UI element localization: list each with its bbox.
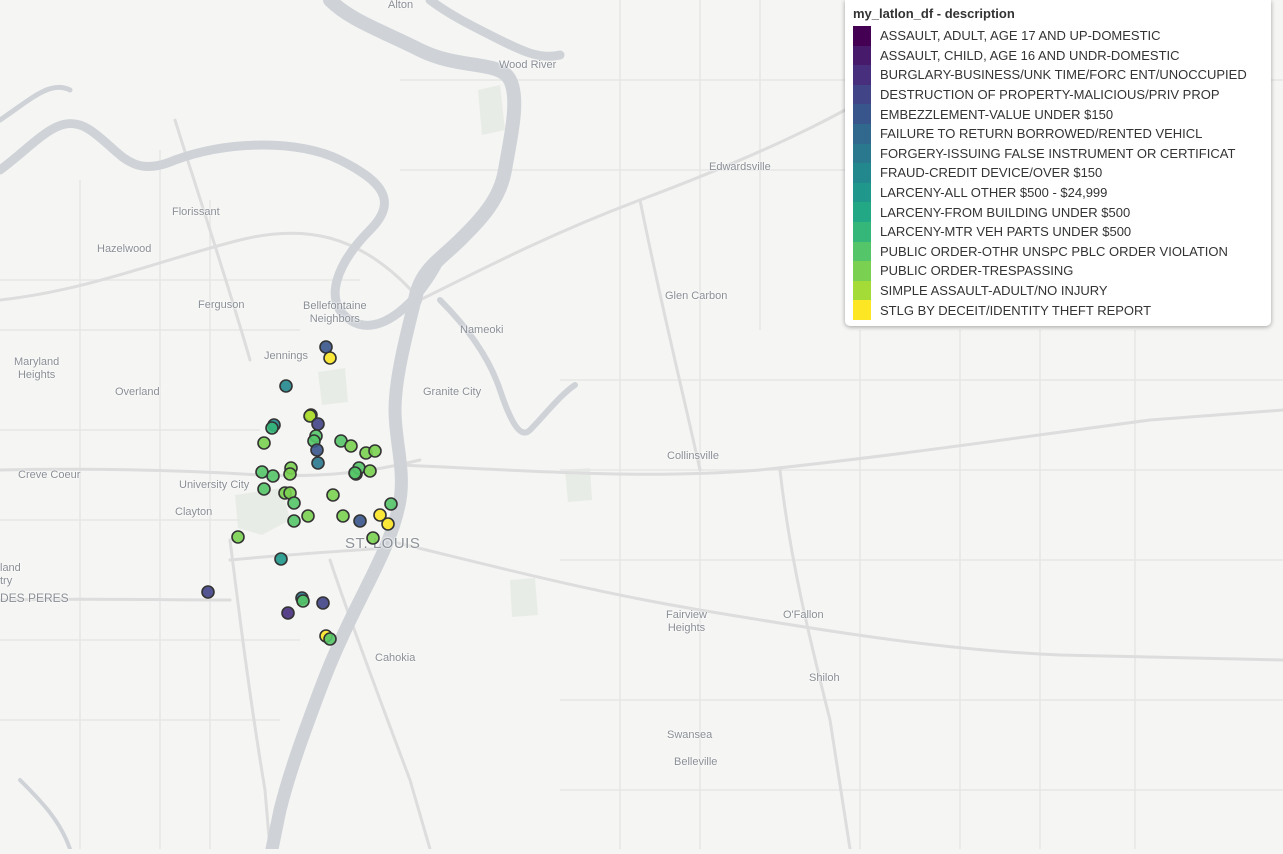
- legend-label: DESTRUCTION OF PROPERTY-MALICIOUS/PRIV P…: [880, 87, 1220, 103]
- legend-label: PUBLIC ORDER-OTHR UNSPC PBLC ORDER VIOLA…: [880, 243, 1228, 259]
- legend-entry: FRAUD-CREDIT DEVICE/OVER $150: [853, 163, 1271, 183]
- incident-marker[interactable]: [344, 439, 358, 453]
- legend-entries: ASSAULT, ADULT, AGE 17 AND UP-DOMESTIC AS…: [853, 26, 1271, 320]
- incident-marker[interactable]: [281, 606, 295, 620]
- legend-label: BURGLARY-BUSINESS/UNK TIME/FORC ENT/UNOC…: [880, 67, 1247, 83]
- incident-marker[interactable]: [319, 340, 333, 354]
- legend-swatch: [853, 261, 871, 281]
- legend-swatch: [853, 202, 871, 222]
- legend: my_latlon_df - description ASSAULT, ADUL…: [845, 0, 1271, 326]
- legend-title: my_latlon_df - description: [853, 6, 1015, 21]
- incident-marker[interactable]: [257, 436, 271, 450]
- incident-marker[interactable]: [301, 509, 315, 523]
- legend-entry: DESTRUCTION OF PROPERTY-MALICIOUS/PRIV P…: [853, 84, 1271, 105]
- legend-entry: STLG BY DECEIT/IDENTITY THEFT REPORT: [853, 300, 1271, 320]
- incident-marker[interactable]: [283, 467, 297, 481]
- incident-marker[interactable]: [279, 379, 293, 393]
- legend-entry: ASSAULT, ADULT, AGE 17 AND UP-DOMESTIC: [853, 26, 1271, 46]
- incident-marker[interactable]: [266, 469, 280, 483]
- incident-marker[interactable]: [255, 465, 269, 479]
- legend-entry: FORGERY-ISSUING FALSE INSTRUMENT OR CERT…: [853, 143, 1271, 164]
- legend-entry: PUBLIC ORDER-OTHR UNSPC PBLC ORDER VIOLA…: [853, 241, 1271, 262]
- incident-marker[interactable]: [265, 421, 279, 435]
- incident-marker[interactable]: [311, 456, 325, 470]
- incident-marker[interactable]: [363, 464, 377, 478]
- legend-swatch: [853, 45, 871, 66]
- legend-swatch: [853, 280, 871, 301]
- legend-entry: LARCENY-ALL OTHER $500 - $24,999: [853, 182, 1271, 203]
- incident-marker[interactable]: [257, 482, 271, 496]
- legend-swatch: [853, 163, 871, 183]
- incident-marker[interactable]: [336, 509, 350, 523]
- legend-label: STLG BY DECEIT/IDENTITY THEFT REPORT: [880, 302, 1152, 318]
- incident-marker[interactable]: [287, 514, 301, 528]
- legend-entry: LARCENY-MTR VEH PARTS UNDER $500: [853, 221, 1271, 242]
- legend-swatch: [853, 123, 871, 144]
- legend-swatch: [853, 65, 871, 85]
- incident-marker[interactable]: [311, 417, 325, 431]
- incident-marker[interactable]: [384, 497, 398, 511]
- legend-swatch: [853, 182, 871, 203]
- legend-label: FRAUD-CREDIT DEVICE/OVER $150: [880, 165, 1103, 181]
- legend-label: ASSAULT, CHILD, AGE 16 AND UNDR-DOMESTIC: [880, 47, 1180, 63]
- incident-marker[interactable]: [296, 594, 310, 608]
- incident-marker[interactable]: [201, 585, 215, 599]
- incident-marker[interactable]: [310, 443, 324, 457]
- legend-label: EMBEZZLEMENT-VALUE UNDER $150: [880, 106, 1114, 122]
- incident-marker[interactable]: [323, 351, 337, 365]
- legend-entry: ASSAULT, CHILD, AGE 16 AND UNDR-DOMESTIC: [853, 45, 1271, 66]
- legend-swatch: [853, 104, 871, 124]
- legend-entry: FAILURE TO RETURN BORROWED/RENTED VEHICL: [853, 123, 1271, 144]
- legend-label: FORGERY-ISSUING FALSE INSTRUMENT OR CERT…: [880, 145, 1236, 161]
- legend-entry: SIMPLE ASSAULT-ADULT/NO INJURY: [853, 280, 1271, 301]
- legend-entry: LARCENY-FROM BUILDING UNDER $500: [853, 202, 1271, 222]
- legend-entry: BURGLARY-BUSINESS/UNK TIME/FORC ENT/UNOC…: [853, 65, 1271, 85]
- incident-marker[interactable]: [368, 444, 382, 458]
- legend-label: ASSAULT, ADULT, AGE 17 AND UP-DOMESTIC: [880, 28, 1161, 44]
- incident-marker[interactable]: [348, 466, 362, 480]
- legend-entry: PUBLIC ORDER-TRESPASSING: [853, 261, 1271, 281]
- incident-marker[interactable]: [316, 596, 330, 610]
- incident-marker[interactable]: [231, 530, 245, 544]
- legend-label: PUBLIC ORDER-TRESPASSING: [880, 263, 1074, 279]
- legend-label: SIMPLE ASSAULT-ADULT/NO INJURY: [880, 283, 1108, 299]
- incident-marker[interactable]: [326, 488, 340, 502]
- legend-label: FAILURE TO RETURN BORROWED/RENTED VEHICL: [880, 126, 1203, 142]
- legend-swatch: [853, 300, 871, 320]
- incident-marker[interactable]: [381, 517, 395, 531]
- legend-swatch: [853, 143, 871, 164]
- legend-entry: EMBEZZLEMENT-VALUE UNDER $150: [853, 104, 1271, 124]
- incident-marker[interactable]: [287, 496, 301, 510]
- legend-label: LARCENY-ALL OTHER $500 - $24,999: [880, 185, 1108, 201]
- legend-label: LARCENY-MTR VEH PARTS UNDER $500: [880, 224, 1132, 240]
- incident-marker[interactable]: [353, 514, 367, 528]
- incident-marker[interactable]: [323, 632, 337, 646]
- incident-marker[interactable]: [366, 531, 380, 545]
- legend-swatch: [853, 221, 871, 242]
- legend-swatch: [853, 26, 871, 46]
- legend-label: LARCENY-FROM BUILDING UNDER $500: [880, 204, 1131, 220]
- legend-swatch: [853, 241, 871, 262]
- legend-swatch: [853, 84, 871, 105]
- incident-marker[interactable]: [274, 552, 288, 566]
